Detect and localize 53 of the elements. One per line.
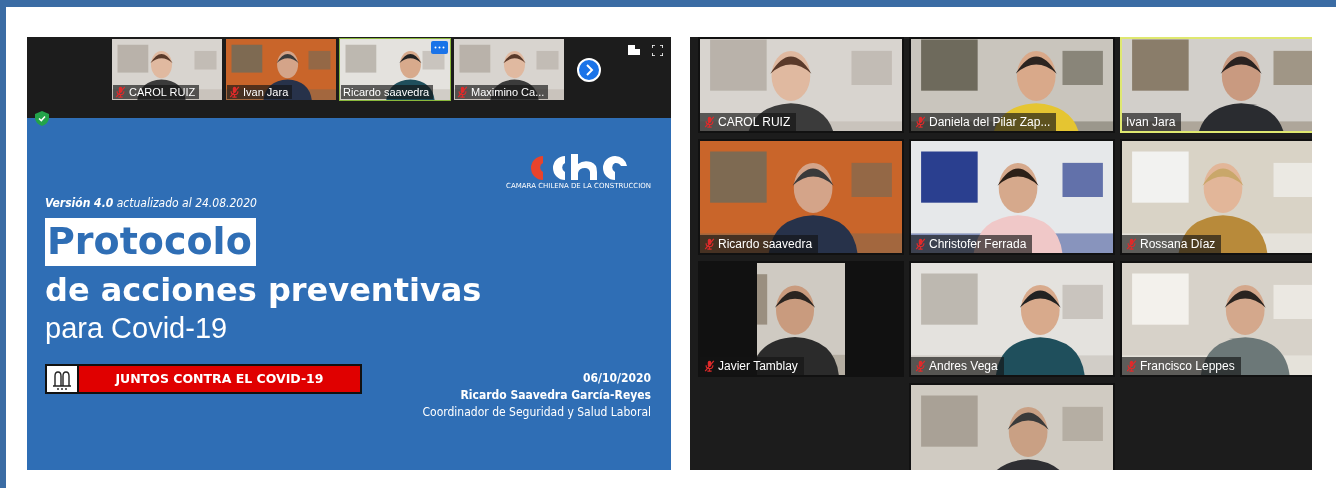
slogan-banner: JUNTOS CONTRA EL COVID-19 — [45, 364, 362, 394]
participant-name: CAROL RUIZ — [718, 115, 791, 129]
video-tile[interactable]: Francisco Leppes — [1120, 261, 1312, 377]
video-tile[interactable]: Javier Tamblay — [698, 261, 904, 377]
participant-name: Christofer Ferrada — [929, 237, 1027, 251]
video-thumbnail[interactable]: Maximino Ca... — [453, 38, 565, 101]
muted-microphone-icon — [115, 86, 126, 98]
more-icon — [434, 46, 445, 49]
participant-name: Ricardo saavedra — [718, 237, 813, 251]
video-tile[interactable]: CAROL RUIZ — [698, 37, 904, 133]
video-tile[interactable]: Ricardo saavedra — [698, 139, 904, 255]
slide-subtitle: de acciones preventivas — [45, 270, 483, 310]
muted-microphone-icon — [1126, 360, 1137, 372]
people-icon — [47, 366, 79, 392]
version-text: Versión 4.0 actualizado al 24.08.2020 — [45, 196, 258, 210]
participant-name: Ivan Jara — [243, 86, 289, 98]
participant-name: Javier Tamblay — [718, 359, 798, 373]
muted-microphone-icon — [704, 360, 715, 372]
video-thumbnail[interactable]: CAROL RUIZ — [111, 38, 223, 101]
muted-microphone-icon — [704, 238, 715, 250]
slide-subtitle: para Covid-19 — [45, 311, 229, 346]
participant-name: CAROL RUIZ — [129, 86, 196, 98]
muted-microphone-icon — [1126, 238, 1137, 250]
author-name: Ricardo Saavedra García-Reyes — [459, 387, 651, 404]
layout-icon[interactable] — [628, 45, 640, 55]
participant-name: Rossana Díaz — [1140, 237, 1216, 251]
video-tile[interactable]: Ivan Jara — [1120, 37, 1312, 133]
video-tile[interactable]: Andres Vega — [909, 261, 1115, 377]
date-text: 06/10/2020 — [582, 370, 651, 387]
muted-microphone-icon — [229, 86, 240, 98]
slide-title: Protocolo — [45, 218, 256, 266]
participant-name: Ricardo saavedra — [343, 86, 430, 98]
author-role: Coordinador de Seguridad y Salud Laboral — [422, 404, 651, 421]
logo-icon — [528, 154, 629, 180]
participant-name: Ivan Jara — [1126, 115, 1176, 129]
participant-name: Daniela del Pilar Zap... — [929, 115, 1051, 129]
video-tile[interactable]: Rossana Díaz — [1120, 139, 1312, 255]
participant-name: Francisco Leppes — [1140, 359, 1235, 373]
video-thumbnail[interactable]: Ivan Jara — [225, 38, 337, 101]
muted-microphone-icon — [915, 360, 926, 372]
muted-microphone-icon — [915, 116, 926, 128]
next-page-button[interactable] — [577, 58, 601, 82]
shield-icon[interactable] — [35, 111, 49, 126]
participant-name: Andres Vega — [929, 359, 998, 373]
fullscreen-icon[interactable] — [652, 45, 663, 56]
participant-name: Maximino Ca... — [471, 86, 545, 98]
muted-microphone-icon — [915, 238, 926, 250]
video-tile[interactable]: Daniela del Pilar Zap... — [909, 37, 1115, 133]
chevron-right-icon — [584, 64, 594, 76]
muted-microphone-icon — [704, 116, 715, 128]
muted-microphone-icon — [457, 86, 468, 98]
video-thumbnail[interactable]: Ricardo saavedra — [339, 38, 451, 101]
video-tile[interactable]: Christofer Ferrada — [909, 139, 1115, 255]
